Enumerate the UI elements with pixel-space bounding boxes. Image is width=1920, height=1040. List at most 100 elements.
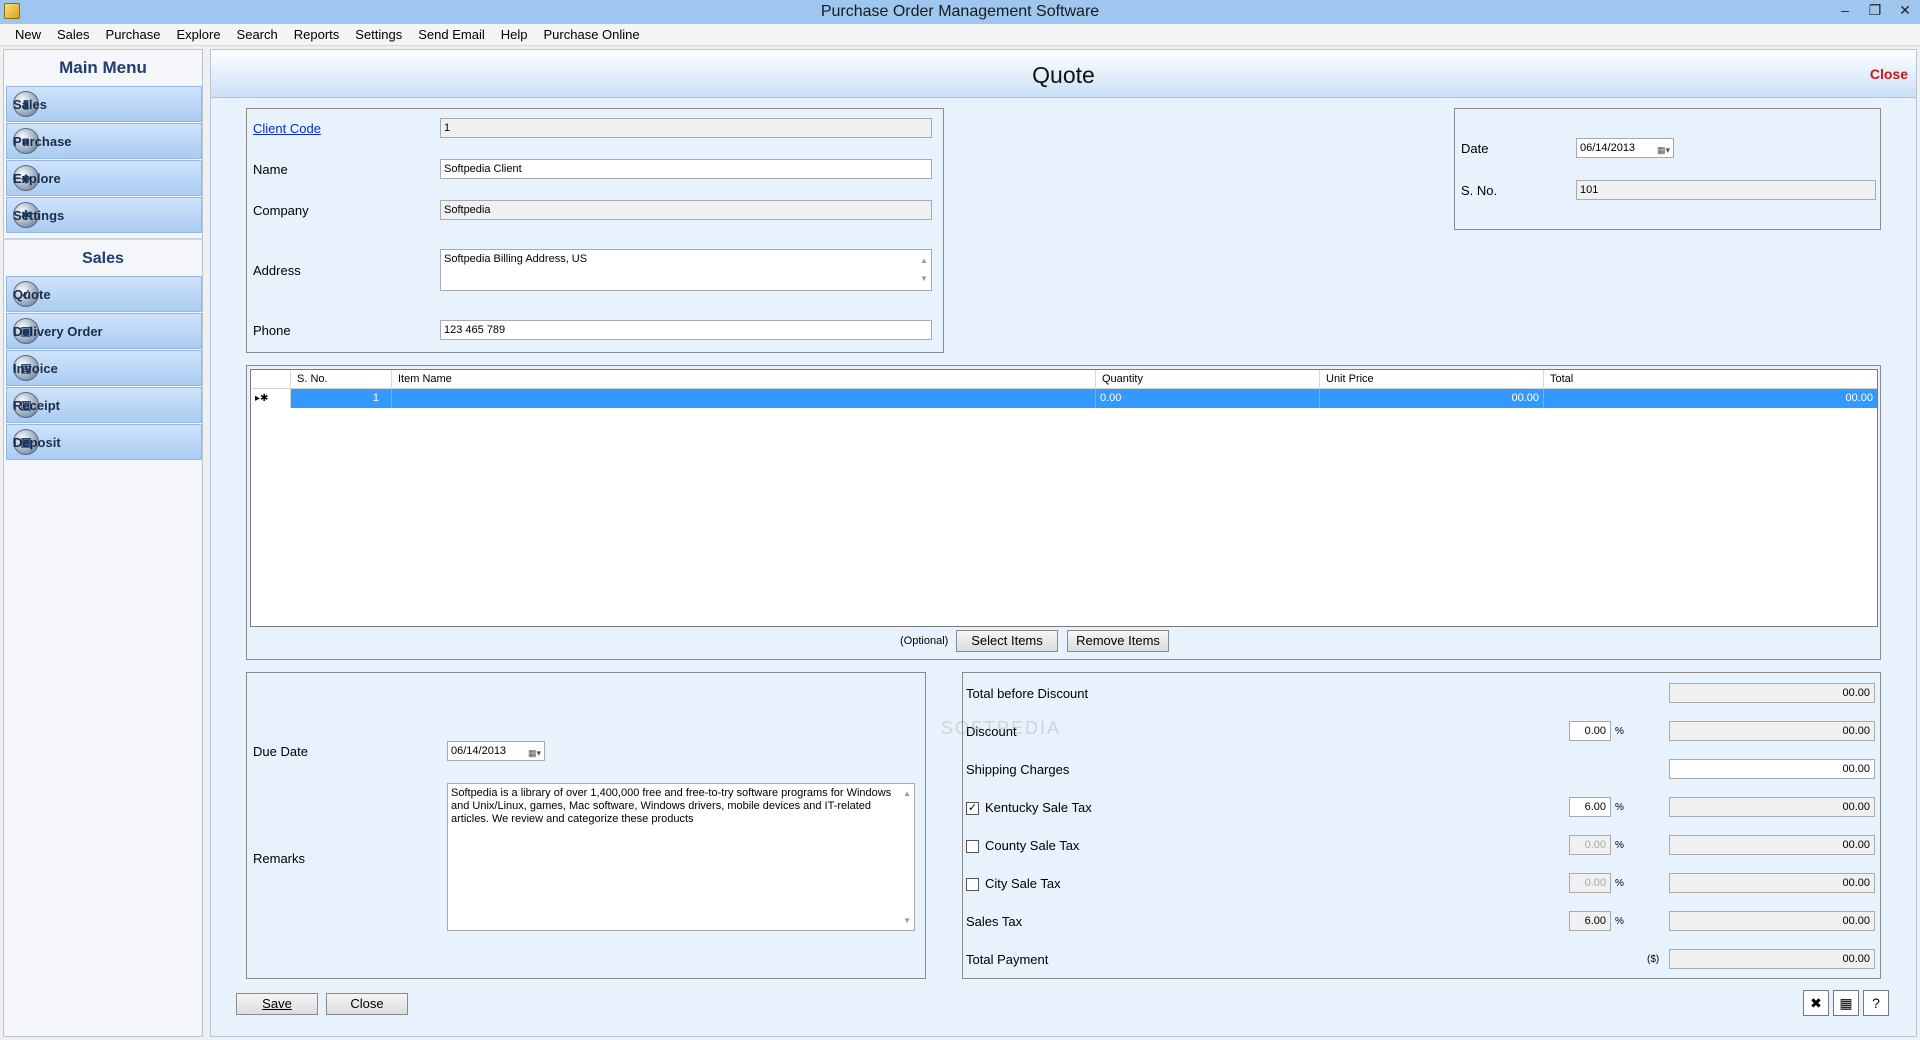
city-amount-field[interactable]: 00.00 bbox=[1669, 873, 1875, 893]
calendar-dropdown-icon[interactable]: ▦▾ bbox=[519, 744, 541, 758]
date-picker[interactable]: 06/14/2013 ▦▾ bbox=[1576, 138, 1674, 158]
sno-field[interactable]: 101 bbox=[1576, 180, 1876, 200]
percent-sign: % bbox=[1615, 878, 1624, 889]
sidebar-item-receipt[interactable]: ▥ Receipt bbox=[6, 387, 202, 423]
menu-explore[interactable]: Explore bbox=[168, 25, 228, 45]
close-link[interactable]: Close bbox=[1870, 66, 1908, 82]
county-percent-field[interactable]: 0.00 bbox=[1569, 835, 1611, 855]
menu-settings[interactable]: Settings bbox=[347, 25, 410, 45]
sidebar-item-settings[interactable]: ✱ Settings bbox=[6, 197, 202, 233]
sidebar-item-sales[interactable]: ▮ Sales bbox=[6, 86, 202, 122]
minimize-button[interactable]: – bbox=[1830, 0, 1860, 22]
total-before-discount-field[interactable]: 00.00 bbox=[1669, 683, 1875, 703]
sidebar-item-purchase[interactable]: ■ Purchase bbox=[6, 123, 202, 159]
remarks-text: Softpedia is a library of over 1,400,000… bbox=[451, 787, 892, 825]
grid-header: S. No. Item Name Quantity Unit Price Tot… bbox=[251, 370, 1877, 389]
menu-search[interactable]: Search bbox=[229, 25, 286, 45]
sidebar-item-invoice[interactable]: ▤ Invoice bbox=[6, 350, 202, 386]
sidebar-item-label: Invoice bbox=[13, 360, 58, 376]
column-header[interactable]: Quantity bbox=[1096, 370, 1320, 388]
menu-help[interactable]: Help bbox=[493, 25, 536, 45]
column-header[interactable]: S. No. bbox=[291, 370, 392, 388]
menu-bar: New Sales Purchase Explore Search Report… bbox=[0, 24, 1920, 46]
name-field[interactable]: Softpedia Client bbox=[440, 159, 932, 179]
save-button[interactable]: Save bbox=[236, 993, 318, 1015]
phone-field[interactable]: 123 465 789 bbox=[440, 320, 932, 340]
total-payment-field[interactable]: 00.00 bbox=[1669, 949, 1875, 969]
page-header: Quote Close bbox=[211, 50, 1916, 98]
restore-button[interactable]: ❐ bbox=[1860, 0, 1890, 22]
kentucky-tax-checkbox[interactable]: ✓ bbox=[966, 802, 979, 815]
menu-sales[interactable]: Sales bbox=[49, 25, 98, 45]
row-header[interactable]: ▸✱ bbox=[251, 389, 291, 408]
close-window-button[interactable]: ✕ bbox=[1890, 0, 1920, 22]
remarks-textarea[interactable]: Softpedia is a library of over 1,400,000… bbox=[447, 783, 915, 931]
sales-tax-amount-field[interactable]: 00.00 bbox=[1669, 911, 1875, 931]
cell-quantity[interactable]: 0.00 bbox=[1096, 389, 1320, 408]
discount-percent-field[interactable]: 0.00 bbox=[1569, 721, 1611, 741]
calculator-icon[interactable]: ▦ bbox=[1833, 990, 1859, 1016]
optional-label: (Optional) bbox=[900, 635, 949, 647]
currency-symbol: ($) bbox=[1647, 954, 1660, 965]
scroll-up-icon[interactable]: ▲ bbox=[903, 787, 911, 800]
sales-tax-percent-field[interactable]: 6.00 bbox=[1569, 911, 1611, 931]
remarks-box: Due Date 06/14/2013 ▦▾ Remarks Softpedia… bbox=[246, 672, 926, 979]
table-row[interactable]: ▸✱ 1 0.00 00.00 00.00 bbox=[251, 389, 1877, 408]
select-items-button[interactable]: Select Items bbox=[956, 630, 1058, 652]
percent-sign: % bbox=[1615, 916, 1624, 927]
app-icon bbox=[4, 3, 20, 19]
percent-sign: % bbox=[1615, 726, 1624, 737]
menu-reports[interactable]: Reports bbox=[286, 25, 348, 45]
menu-purchase-online[interactable]: Purchase Online bbox=[536, 25, 648, 45]
client-code-link[interactable]: Client Code bbox=[253, 121, 321, 136]
menu-purchase[interactable]: Purchase bbox=[98, 25, 169, 45]
close-button[interactable]: Close bbox=[326, 993, 408, 1015]
quote-meta-box: Date 06/14/2013 ▦▾ S. No. 101 bbox=[1454, 108, 1881, 230]
city-percent-field[interactable]: 0.00 bbox=[1569, 873, 1611, 893]
client-code-field[interactable]: 1 bbox=[440, 118, 932, 138]
window-title: Purchase Order Management Software bbox=[820, 3, 1100, 20]
column-header[interactable]: Total bbox=[1544, 370, 1877, 388]
cell-unit-price[interactable]: 00.00 bbox=[1320, 389, 1544, 408]
column-header[interactable]: Item Name bbox=[392, 370, 1096, 388]
cell-item-name[interactable] bbox=[392, 389, 1096, 408]
address-field[interactable]: Softpedia Billing Address, US ▲ ▼ bbox=[440, 249, 932, 291]
calendar-dropdown-icon[interactable]: ▦▾ bbox=[1648, 141, 1670, 155]
company-field[interactable]: Softpedia bbox=[440, 200, 932, 220]
sidebar-item-label: Sales bbox=[13, 96, 47, 112]
due-date-value: 06/14/2013 bbox=[451, 745, 507, 757]
items-grid[interactable]: S. No. Item Name Quantity Unit Price Tot… bbox=[250, 369, 1878, 627]
phone-label: Phone bbox=[253, 323, 291, 338]
export-excel-icon[interactable]: ✖ bbox=[1803, 990, 1829, 1016]
sidebar-item-label: Quote bbox=[13, 286, 51, 302]
sidebar-item-delivery-order[interactable]: ▣ Delivery Order bbox=[6, 313, 202, 349]
quote-panel: Quote Close Client Code 1 Name Softpedia… bbox=[210, 49, 1917, 1037]
watermark: SOFTPEDIA bbox=[941, 718, 1062, 738]
due-date-picker[interactable]: 06/14/2013 ▦▾ bbox=[447, 741, 545, 761]
kentucky-amount-field[interactable]: 00.00 bbox=[1669, 797, 1875, 817]
percent-sign: % bbox=[1615, 840, 1624, 851]
county-tax-checkbox[interactable] bbox=[966, 840, 979, 853]
help-icon[interactable]: ? bbox=[1863, 990, 1889, 1016]
county-amount-field[interactable]: 00.00 bbox=[1669, 835, 1875, 855]
menu-send-email[interactable]: Send Email bbox=[410, 25, 492, 45]
city-tax-checkbox[interactable] bbox=[966, 878, 979, 891]
scroll-down-icon[interactable]: ▼ bbox=[920, 270, 928, 288]
sales-section-title: Sales bbox=[4, 238, 202, 276]
kentucky-percent-field[interactable]: 6.00 bbox=[1569, 797, 1611, 817]
cell-sno[interactable]: 1 bbox=[291, 389, 392, 408]
sidebar-item-label: Receipt bbox=[13, 397, 60, 413]
discount-amount-field[interactable]: 00.00 bbox=[1669, 721, 1875, 741]
scroll-up-icon[interactable]: ▲ bbox=[920, 252, 928, 270]
scroll-down-icon[interactable]: ▼ bbox=[903, 914, 911, 927]
shipping-field[interactable]: 00.00 bbox=[1669, 759, 1875, 779]
sidebar-item-quote[interactable]: ✓ Quote bbox=[6, 276, 202, 312]
remove-items-button[interactable]: Remove Items bbox=[1067, 630, 1169, 652]
grid-corner bbox=[251, 370, 291, 388]
sidebar-item-explore[interactable]: ◆ Explore bbox=[6, 160, 202, 196]
cell-total[interactable]: 00.00 bbox=[1544, 389, 1877, 408]
menu-new[interactable]: New bbox=[7, 25, 49, 45]
sidebar-item-deposit[interactable]: ▦ Deposit bbox=[6, 424, 202, 460]
column-header[interactable]: Unit Price bbox=[1320, 370, 1544, 388]
sidebar-item-label: Settings bbox=[13, 207, 65, 223]
